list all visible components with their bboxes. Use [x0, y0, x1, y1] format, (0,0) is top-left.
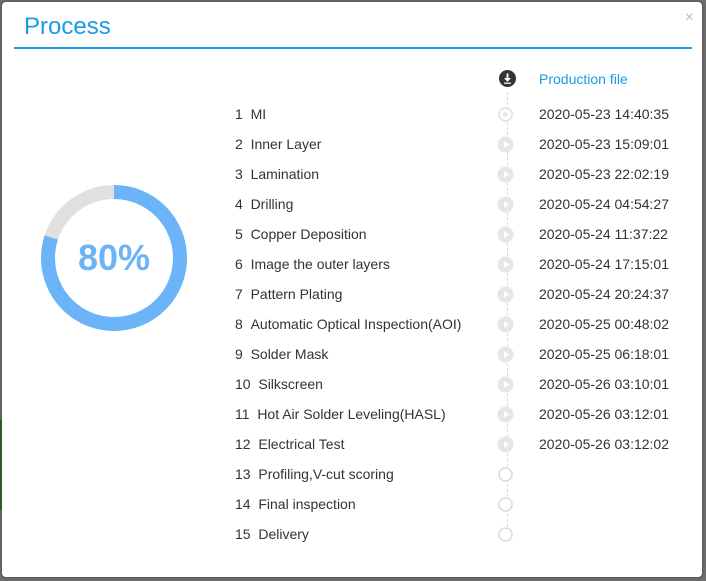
pending-step-icon — [498, 497, 513, 512]
play-step-icon[interactable] — [497, 286, 514, 303]
step-name: 6 Image the outer layers — [235, 256, 390, 272]
step-timestamp: 2020-05-25 00:48:02 — [539, 316, 669, 332]
process-step-row: 15 Delivery — [2, 520, 702, 550]
step-name: 14 Final inspection — [235, 496, 356, 512]
play-step-icon[interactable] — [497, 346, 514, 363]
step-timestamp: 2020-05-24 04:54:27 — [539, 196, 669, 212]
step-timestamp: 2020-05-24 11:37:22 — [539, 226, 668, 242]
step-timestamp: 2020-05-26 03:12:02 — [539, 436, 669, 452]
step-name: 3 Lamination — [235, 166, 320, 182]
process-step-row: 11 Hot Air Solder Leveling(HASL) 2020-05-… — [2, 400, 702, 430]
process-step-row: 4 Drilling 2020-05-24 04:54:27 — [2, 190, 702, 220]
step-name: 12 Electrical Test — [235, 436, 345, 452]
step-name: 7 Pattern Plating — [235, 286, 343, 302]
step-name: 9 Solder Mask — [235, 346, 329, 362]
process-step-row: 7 Pattern Plating 2020-05-24 20:24:37 — [2, 280, 702, 310]
production-file-header: Production file — [539, 71, 628, 87]
process-step-row: 8 Automatic Optical Inspection(AOI) 2020-… — [2, 310, 702, 340]
step-name: 13 Profiling,V-cut scoring — [235, 466, 394, 482]
step-timestamp: 2020-05-26 03:10:01 — [539, 376, 669, 392]
process-step-row: 9 Solder Mask 2020-05-25 06:18:01 — [2, 340, 702, 370]
step-name: 15 Delivery — [235, 526, 309, 542]
step-timestamp: 2020-05-24 20:24:37 — [539, 286, 669, 302]
process-modal: Process × 80% Production file 1 MI 2020-0… — [2, 2, 702, 577]
process-step-row: 5 Copper Deposition 2020-05-24 11:37:22 — [2, 220, 702, 250]
play-step-icon[interactable] — [497, 436, 514, 453]
modal-title: Process — [24, 13, 111, 40]
step-name: 4 Drilling — [235, 196, 294, 212]
play-step-icon[interactable] — [497, 166, 514, 183]
step-name: 1 MI — [235, 106, 267, 122]
close-icon[interactable]: × — [685, 10, 694, 26]
step-name: 2 Inner Layer — [235, 136, 322, 152]
process-step-row: 3 Lamination 2020-05-23 22:02:19 — [2, 160, 702, 190]
pending-step-icon — [498, 527, 513, 542]
process-step-row: 1 MI 2020-05-23 14:40:35 — [2, 100, 702, 130]
play-step-icon[interactable] — [497, 376, 514, 393]
step-timestamp: 2020-05-23 15:09:01 — [539, 136, 669, 152]
play-step-icon[interactable] — [497, 136, 514, 153]
play-step-icon[interactable] — [497, 316, 514, 333]
play-step-icon[interactable] — [497, 406, 514, 423]
step-name: 11 Hot Air Solder Leveling(HASL) — [235, 406, 446, 422]
process-step-row: 12 Electrical Test 2020-05-26 03:12:02 — [2, 430, 702, 460]
step-name: 10 Silkscreen — [235, 376, 323, 392]
modal-header: Process — [14, 2, 692, 49]
process-step-row: 2 Inner Layer 2020-05-23 15:09:01 — [2, 130, 702, 160]
play-step-icon[interactable] — [497, 196, 514, 213]
step-timestamp: 2020-05-23 22:02:19 — [539, 166, 669, 182]
play-step-icon[interactable] — [497, 226, 514, 243]
step-name: 5 Copper Deposition — [235, 226, 367, 242]
process-step-row: 14 Final inspection — [2, 490, 702, 520]
process-step-row: 10 Silkscreen 2020-05-26 03:10:01 — [2, 370, 702, 400]
step-name: 8 Automatic Optical Inspection(AOI) — [235, 316, 462, 332]
current-step-icon[interactable] — [497, 106, 514, 123]
download-circle-icon[interactable] — [499, 70, 516, 87]
process-step-row: 6 Image the outer layers 2020-05-24 17:15… — [2, 250, 702, 280]
step-timestamp: 2020-05-26 03:12:01 — [539, 406, 669, 422]
process-step-row: 13 Profiling,V-cut scoring — [2, 460, 702, 490]
step-timestamp: 2020-05-25 06:18:01 — [539, 346, 669, 362]
step-timestamp: 2020-05-23 14:40:35 — [539, 106, 669, 122]
play-step-icon[interactable] — [497, 256, 514, 273]
step-timestamp: 2020-05-24 17:15:01 — [539, 256, 669, 272]
pending-step-icon — [498, 467, 513, 482]
